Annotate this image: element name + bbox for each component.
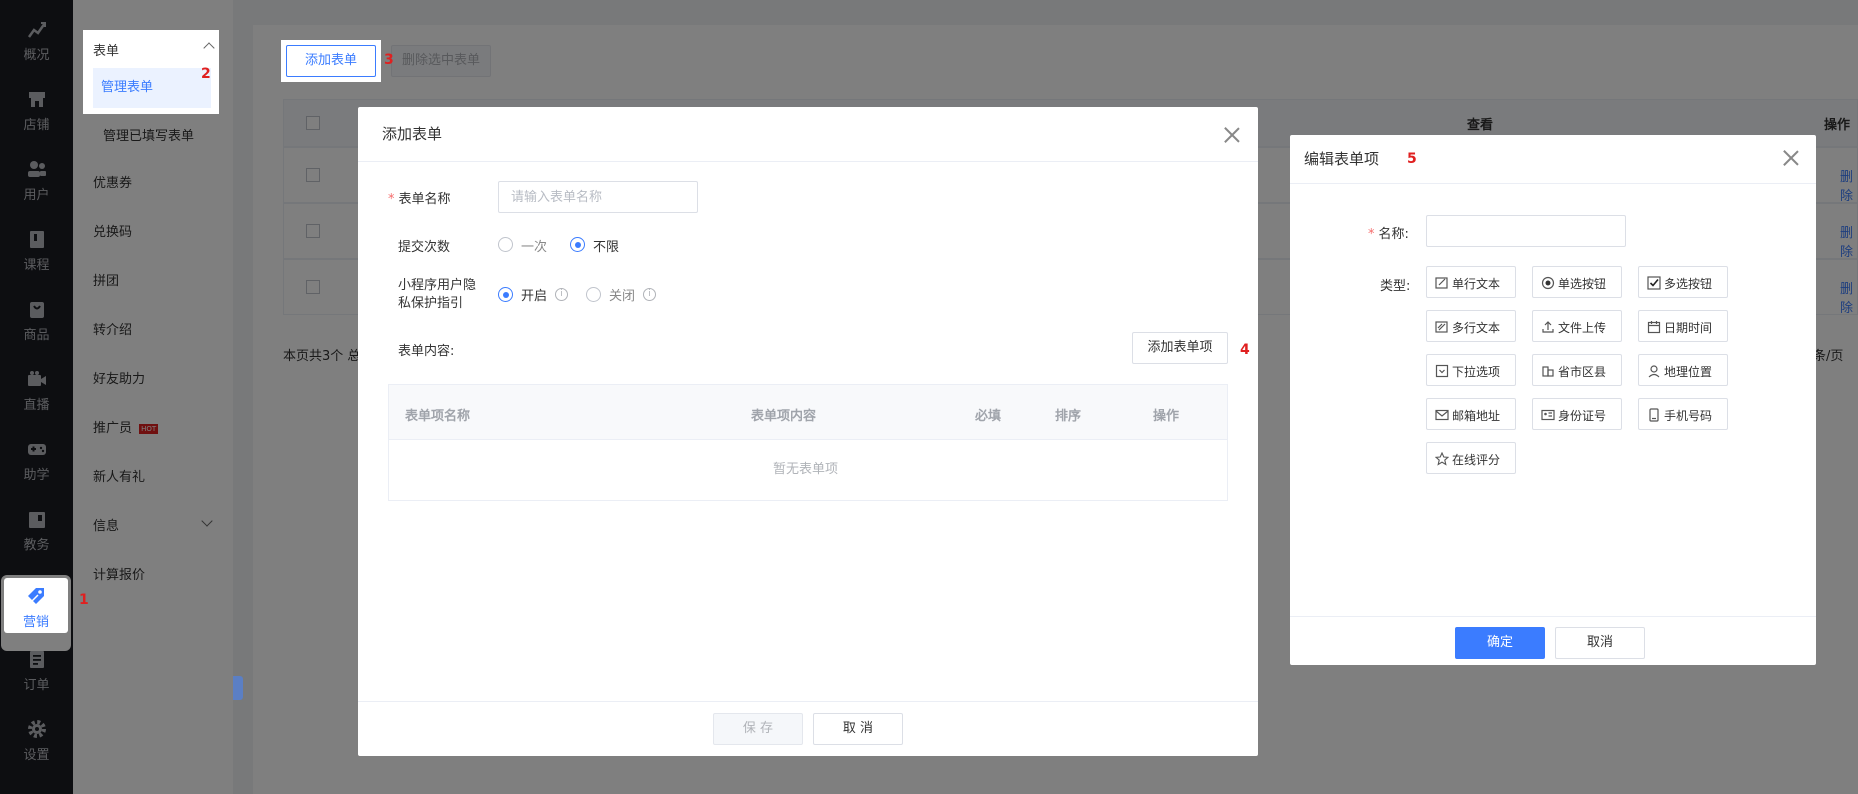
annotation-4: 4 (1240, 342, 1250, 358)
info-icon[interactable]: i (643, 288, 656, 301)
id-card-icon (1541, 409, 1555, 421)
privacy-off-label[interactable]: 关闭 (609, 285, 635, 304)
divider (358, 701, 1258, 702)
type-region[interactable]: 省市区县 (1532, 354, 1622, 386)
item-type-label: 类型: (1380, 279, 1411, 294)
form-name-label: * 表单名称 (388, 192, 451, 207)
item-name-input[interactable] (1426, 215, 1626, 247)
info-icon[interactable]: i (555, 288, 568, 301)
col-action: 操作 (1153, 409, 1180, 424)
rail-label: 营销 (22, 615, 49, 630)
submit-unlimited-label[interactable]: 不限 (593, 236, 619, 255)
col-sort: 排序 (1055, 409, 1082, 424)
close-icon[interactable] (1783, 150, 1799, 166)
table-header: 表单项名称 表单项内容 必填 排序 操作 (389, 385, 1227, 440)
annotation-3: 3 (384, 52, 394, 68)
submenu-item-manage-form[interactable]: 管理表单 (93, 68, 211, 108)
submit-count-label: 提交次数 (398, 240, 451, 255)
divider (1290, 616, 1816, 617)
multi-line-text-icon (1435, 321, 1448, 333)
dialog-title: 编辑表单项 (1304, 150, 1380, 168)
privacy-on-radio[interactable] (498, 287, 513, 302)
radio-icon (1541, 276, 1555, 290)
chevron-up-icon[interactable] (203, 42, 215, 54)
type-single-line-text[interactable]: 单行文本 (1426, 266, 1516, 298)
dialog-title: 添加表单 (382, 125, 443, 143)
submit-unlimited-radio[interactable] (570, 237, 585, 252)
location-pin-icon (1648, 365, 1660, 378)
type-datetime[interactable]: 日期时间 (1638, 310, 1728, 342)
calendar-icon (1647, 321, 1661, 334)
add-form-item-button[interactable]: 添加表单项 (1132, 332, 1228, 364)
form-items-table: 表单项名称 表单项内容 必填 排序 操作 暂无表单项 (388, 384, 1228, 501)
add-form-button[interactable]: 添加表单 (286, 45, 376, 77)
submenu-group-label[interactable]: 表单 (93, 40, 119, 59)
annotation-1-label: 1 (79, 592, 89, 608)
type-email[interactable]: 邮箱地址 (1426, 398, 1516, 430)
tag-icon (28, 588, 44, 604)
submenu-group-form-highlight: 表单 管理表单 2 (83, 30, 219, 114)
privacy-off-radio[interactable] (586, 287, 601, 302)
annotation-2-label: 2 (201, 66, 211, 82)
cancel-button[interactable]: 取消 (1555, 627, 1645, 659)
type-dropdown[interactable]: 下拉选项 (1426, 354, 1516, 386)
form-name-input[interactable] (498, 181, 698, 213)
privacy-on-label[interactable]: 开启 (521, 285, 547, 304)
type-checkbox[interactable]: 多选按钮 (1638, 266, 1728, 298)
star-icon (1435, 452, 1449, 466)
collapse-sidebar-handle[interactable] (233, 676, 243, 700)
col-item-name: 表单项名称 (405, 409, 471, 424)
checkbox-icon (1647, 276, 1661, 290)
type-rating[interactable]: 在线评分 (1426, 442, 1516, 474)
save-button[interactable]: 保 存 (713, 713, 803, 745)
submit-once-radio[interactable] (498, 237, 513, 252)
type-phone[interactable]: 手机号码 (1638, 398, 1728, 430)
add-form-dialog: 添加表单 *表单名称 提交次数 一次 不限 小程序用户隐私保护指引 开启 i 关… (358, 107, 1258, 756)
type-file-upload[interactable]: 文件上传 (1532, 310, 1622, 342)
phone-icon (1649, 408, 1659, 422)
col-item-content: 表单项内容 (751, 409, 817, 424)
type-location[interactable]: 地理位置 (1638, 354, 1728, 386)
item-name-label: * 名称: (1368, 227, 1409, 242)
empty-text: 暂无表单项 (773, 462, 839, 477)
single-line-text-icon (1435, 277, 1448, 289)
mail-icon (1435, 409, 1449, 421)
type-id-card[interactable]: 身份证号 (1532, 398, 1622, 430)
privacy-guide-label: 小程序用户隐 私保护指引 (398, 278, 477, 311)
col-required: 必填 (975, 409, 1002, 424)
upload-icon (1542, 321, 1554, 333)
close-icon[interactable] (1224, 127, 1240, 143)
annotation-5: 5 (1407, 151, 1417, 167)
form-content-label: 表单内容: (398, 344, 455, 359)
cancel-button[interactable]: 取 消 (813, 713, 903, 745)
dropdown-icon (1435, 364, 1449, 378)
add-form-highlight: 添加表单 (281, 40, 381, 82)
divider (1290, 183, 1816, 184)
type-radio[interactable]: 单选按钮 (1532, 266, 1622, 298)
edit-form-item-dialog: 编辑表单项 5 * 名称: 类型: 单行文本 单选按钮 多选按钮 多行文本 文件上… (1290, 135, 1816, 665)
building-icon (1542, 366, 1554, 377)
type-multi-line-text[interactable]: 多行文本 (1426, 310, 1516, 342)
confirm-button[interactable]: 确定 (1455, 627, 1545, 659)
divider (358, 161, 1258, 162)
submit-once-label[interactable]: 一次 (521, 236, 547, 255)
rail-item-marketing-highlight[interactable]: 营销 (4, 578, 68, 633)
